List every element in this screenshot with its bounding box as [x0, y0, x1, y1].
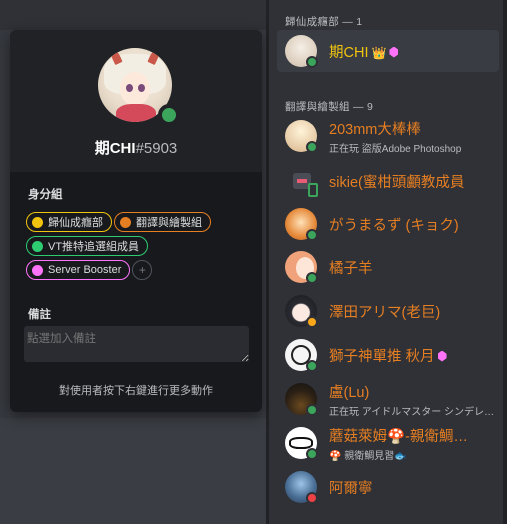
- roles-list: 歸仙成癮部 翻譯與繪製組 VT推特追選組成員 Server Booster +: [26, 212, 252, 284]
- roles-title: 身分組: [28, 189, 63, 201]
- member-item[interactable]: 橘子羊: [277, 246, 499, 288]
- user-profile-popout: 期CHI#5903 身分組 歸仙成癮部 翻譯與繪製組 VT推特追選組成員 Ser…: [10, 30, 262, 412]
- member-item[interactable]: 獅子神單推 秋月: [277, 334, 499, 376]
- role-pill[interactable]: 翻譯與繪製組: [114, 212, 211, 232]
- role-color-dot: [32, 240, 43, 252]
- context-hint: 對使用者按下右鍵進行更多動作: [59, 385, 213, 397]
- member-name: 阿爾寧: [329, 480, 373, 497]
- online-status-icon: [306, 360, 318, 372]
- member-item[interactable]: 阿爾寧: [277, 466, 499, 508]
- member-item[interactable]: 期CHI 👑: [277, 30, 499, 72]
- booster-icon: [437, 350, 447, 362]
- online-status-icon: [158, 104, 180, 126]
- role-label: 翻譯與繪製組: [136, 217, 202, 229]
- member-item[interactable]: 盧(Lu) 正在玩 アイドルマスター シンデレラガールズ: [277, 378, 499, 420]
- member-name: がうまるず (キョク): [329, 217, 459, 234]
- member-name: 蘑菇萊姆🍄-親衛鯛…: [329, 428, 468, 445]
- role-color-dot: [120, 216, 131, 228]
- member-item[interactable]: 203mm大棒棒 正在玩 盜版Adobe Photoshop: [277, 115, 499, 157]
- online-status-icon: [306, 404, 318, 416]
- online-status-icon: [306, 229, 318, 241]
- username-text: 期CHI: [94, 140, 136, 157]
- note-title: 備註: [28, 309, 51, 321]
- member-item[interactable]: 蘑菇萊姆🍄-親衛鯛… 🍄 親衛鯛見習🐟: [277, 422, 499, 464]
- member-activity: 正在玩 盜版Adobe Photoshop: [329, 143, 462, 155]
- profile-username[interactable]: 期CHI#5903: [10, 137, 262, 158]
- dnd-status-icon: [306, 492, 318, 504]
- idle-status-icon: [306, 316, 318, 328]
- member-activity: 🍄 親衛鯛見習🐟: [329, 450, 407, 462]
- mobile-status-icon: [308, 183, 318, 197]
- role-pill[interactable]: VT推特追選組成員: [26, 236, 149, 256]
- online-status-icon: [306, 141, 318, 153]
- note-input[interactable]: [24, 326, 249, 362]
- profile-header: 期CHI#5903: [10, 30, 262, 172]
- member-name: 203mm大棒棒: [329, 121, 421, 138]
- member-list-scrollbar[interactable]: [503, 0, 507, 524]
- bottom-band: [0, 418, 268, 524]
- role-label: 歸仙成癮部: [48, 217, 103, 229]
- online-status-icon: [306, 448, 318, 460]
- role-label: VT推特追選組成員: [48, 241, 140, 253]
- member-activity: 正在玩 アイドルマスター シンデレラガールズ: [329, 406, 495, 418]
- group-header: 翻譯與繪製組 — 9: [285, 101, 374, 113]
- member-list: 歸仙成癮部 — 1 期CHI 👑 翻譯與繪製組 — 9 203mm大棒棒 正在玩 …: [269, 0, 507, 524]
- member-item[interactable]: sikie(蜜柑頭顱教成員: [277, 160, 499, 202]
- group-header: 歸仙成癮部 — 1: [285, 16, 363, 28]
- crown-icon: 👑: [371, 45, 387, 60]
- online-status-icon: [306, 56, 318, 68]
- role-label: Server Booster: [48, 264, 122, 276]
- role-pill[interactable]: Server Booster: [26, 260, 131, 280]
- role-pill[interactable]: 歸仙成癮部: [26, 212, 112, 232]
- member-item[interactable]: がうまるず (キョク): [277, 203, 499, 245]
- add-role-button[interactable]: +: [132, 260, 153, 280]
- discriminator-text: #5903: [135, 140, 178, 157]
- booster-icon: [389, 46, 399, 58]
- member-name: 橘子羊: [329, 260, 373, 277]
- member-name: 盧(Lu): [329, 384, 370, 401]
- role-color-dot: [32, 216, 43, 228]
- member-name: 澤田アリマ(老巨): [329, 304, 441, 321]
- member-name: 期CHI 👑: [329, 41, 495, 62]
- member-name: 獅子神單推 秋月: [329, 345, 495, 366]
- member-name: sikie(蜜柑頭顱教成員: [329, 174, 465, 191]
- online-status-icon: [306, 272, 318, 284]
- member-item[interactable]: 澤田アリマ(老巨): [277, 290, 499, 332]
- top-band: [0, 0, 268, 30]
- role-color-dot: [32, 264, 43, 276]
